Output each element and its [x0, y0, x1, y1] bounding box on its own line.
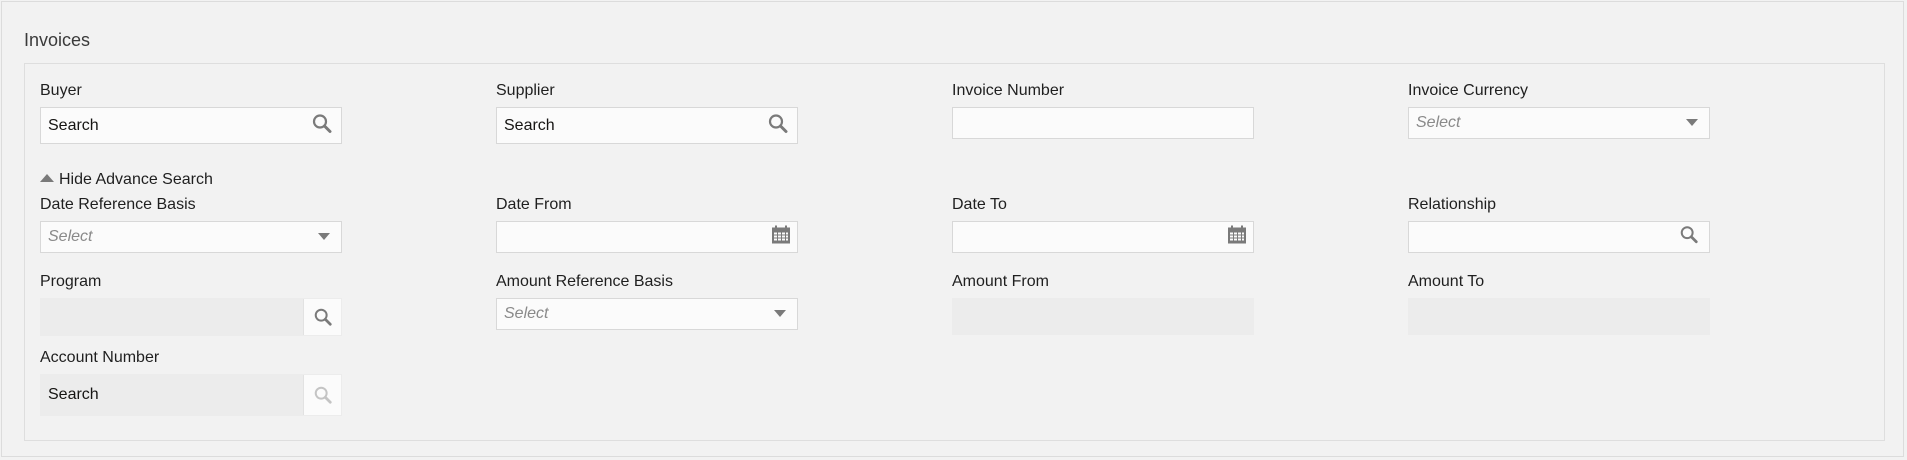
hide-advance-search-label: Hide Advance Search — [59, 171, 213, 188]
buyer-label: Buyer — [40, 82, 82, 99]
account-number-value: Search — [48, 386, 99, 403]
date-reference-basis-placeholder: Select — [48, 228, 93, 245]
supplier-input[interactable]: Search — [504, 117, 555, 135]
triangle-up-icon — [40, 174, 54, 182]
calendar-icon[interactable] — [1227, 225, 1247, 250]
buyer-field[interactable]: Search — [40, 107, 342, 144]
invoice-currency-placeholder: Select — [1416, 114, 1461, 131]
account-number-input[interactable]: Search — [40, 374, 342, 416]
amount-to-label: Amount To — [1408, 273, 1485, 290]
amount-from-label: Amount From — [952, 273, 1049, 290]
invoices-region: Invoices Buyer Search Supplier Search In… — [1, 1, 1904, 457]
invoice-number-label: Invoice Number — [952, 82, 1065, 99]
search-icon — [314, 386, 332, 404]
amount-reference-basis-placeholder: Select — [504, 305, 549, 322]
date-reference-basis-label: Date Reference Basis — [40, 196, 196, 213]
hide-advance-search-link[interactable]: Hide Advance Search — [40, 171, 213, 189]
invoice-number-input[interactable] — [952, 107, 1254, 139]
date-reference-basis-select[interactable]: Select — [40, 221, 342, 253]
relationship-label: Relationship — [1408, 196, 1497, 213]
amount-to-input[interactable] — [1408, 298, 1710, 335]
date-to-label: Date To — [952, 196, 1007, 213]
supplier-field[interactable]: Search — [496, 107, 798, 144]
chevron-down-icon[interactable] — [1686, 114, 1698, 132]
account-number-search-button[interactable] — [303, 375, 341, 415]
program-input[interactable] — [40, 298, 342, 336]
supplier-label: Supplier — [496, 82, 555, 99]
account-number-label: Account Number — [40, 349, 160, 366]
search-icon — [314, 308, 332, 326]
chevron-down-icon[interactable] — [318, 228, 330, 246]
date-to-input[interactable] — [952, 221, 1254, 253]
invoice-currency-label: Invoice Currency — [1408, 82, 1529, 99]
section-title: Invoices — [24, 30, 91, 50]
program-search-button[interactable] — [303, 299, 341, 335]
chevron-down-icon[interactable] — [774, 305, 786, 323]
amount-from-input[interactable] — [952, 298, 1254, 335]
relationship-input[interactable] — [1408, 221, 1710, 253]
search-icon[interactable] — [1679, 225, 1699, 250]
program-label: Program — [40, 273, 102, 290]
calendar-icon[interactable] — [771, 225, 791, 250]
search-icon[interactable] — [767, 112, 789, 139]
date-from-label: Date From — [496, 196, 572, 213]
search-icon[interactable] — [311, 112, 333, 139]
date-from-input[interactable] — [496, 221, 798, 253]
amount-reference-basis-label: Amount Reference Basis — [496, 273, 673, 290]
search-panel: Buyer Search Supplier Search Invoice Num… — [24, 63, 1885, 441]
invoice-currency-select[interactable]: Select — [1408, 107, 1710, 139]
amount-reference-basis-select[interactable]: Select — [496, 298, 798, 330]
buyer-input[interactable]: Search — [48, 117, 99, 135]
